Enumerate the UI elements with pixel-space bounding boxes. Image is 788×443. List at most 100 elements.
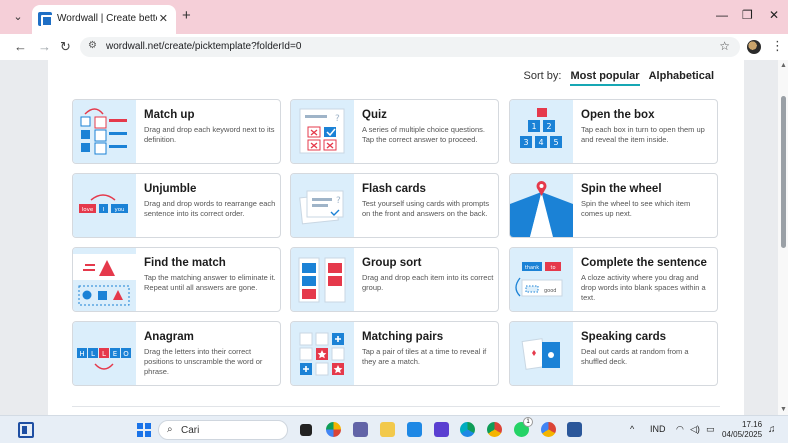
template-picker: Sort by: Most popular Alphabetical Match… bbox=[48, 60, 744, 415]
taskbar: ⌕ Cari 1 ^ IND ◠ ◁) ▭ 17.16 04/05/2025 ♫ bbox=[0, 415, 788, 443]
template-description: Drag and drop each keyword next to its d… bbox=[144, 125, 275, 144]
template-description: Drag and drop words to rearrange each se… bbox=[144, 199, 276, 218]
template-name: Flash cards bbox=[362, 183, 426, 195]
battery-icon[interactable]: ▭ bbox=[706, 424, 715, 435]
minimize-icon[interactable]: — bbox=[716, 8, 728, 22]
template-name: Anagram bbox=[144, 331, 194, 343]
sort-most-popular[interactable]: Most popular bbox=[570, 70, 640, 86]
letter-tile: L bbox=[91, 350, 95, 358]
template-name: Complete the sentence bbox=[581, 257, 707, 269]
tray-overflow-icon[interactable]: ^ bbox=[630, 424, 634, 434]
template-description: Tap a pair of tiles at a time to reveal … bbox=[362, 347, 487, 366]
letter-tile: H bbox=[79, 350, 84, 358]
word-icon[interactable] bbox=[567, 422, 582, 437]
widgets-icon[interactable] bbox=[18, 422, 34, 438]
search-icon: ⌕ bbox=[167, 424, 173, 435]
language-indicator[interactable]: IND bbox=[650, 424, 666, 434]
letter-tile: E bbox=[113, 350, 117, 358]
spin-the-wheel-thumbnail bbox=[510, 174, 573, 237]
whatsapp-badge: 1 bbox=[523, 417, 533, 427]
template-card-group-sort[interactable]: Group sort Drag and drop each item into … bbox=[290, 247, 499, 312]
template-card-quiz[interactable]: ? Quiz A series of multiple choice quest… bbox=[290, 99, 499, 164]
template-name: Speaking cards bbox=[581, 331, 667, 343]
edge-icon[interactable] bbox=[460, 422, 475, 437]
box-number: 5 bbox=[553, 138, 558, 147]
back-arrow-icon[interactable]: ← bbox=[14, 38, 27, 56]
scrollbar-thumb[interactable] bbox=[781, 96, 786, 248]
scroll-up-arrow-icon[interactable]: ▲ bbox=[780, 62, 787, 69]
volume-icon[interactable]: ◁) bbox=[690, 424, 700, 435]
template-card-spin-the-wheel[interactable]: Spin the wheel Spin the wheel to see whi… bbox=[509, 173, 718, 238]
template-description: Test yourself using cards with prompts o… bbox=[362, 199, 490, 218]
tab-title: Wordwall | Create better lesson bbox=[57, 13, 157, 24]
match-up-thumbnail bbox=[73, 100, 136, 163]
tab-close-icon[interactable]: ✕ bbox=[159, 12, 168, 25]
template-card-complete-the-sentence[interactable]: thank to good Complete the sentence A cl… bbox=[509, 247, 718, 312]
forward-arrow-icon[interactable]: → bbox=[38, 38, 51, 56]
unjumble-thumbnail: love I you bbox=[73, 174, 136, 237]
task-view-icon[interactable] bbox=[300, 424, 312, 436]
box-number: 1 bbox=[531, 122, 536, 131]
browser-tab[interactable]: Wordwall | Create better lesson ✕ bbox=[32, 5, 176, 34]
restore-icon[interactable]: ❐ bbox=[742, 8, 753, 22]
template-name: Open the box bbox=[581, 109, 655, 121]
mail-icon[interactable] bbox=[407, 422, 422, 437]
svg-text:?: ? bbox=[336, 196, 341, 206]
template-card-match-up[interactable]: Match up Drag and drop each keyword next… bbox=[72, 99, 281, 164]
teams-icon[interactable] bbox=[353, 422, 368, 437]
box-number: 2 bbox=[546, 122, 551, 131]
svg-text:?: ? bbox=[335, 114, 340, 124]
store-icon[interactable] bbox=[434, 422, 449, 437]
template-name: Match up bbox=[144, 109, 195, 121]
file-explorer-icon[interactable] bbox=[380, 422, 395, 437]
taskbar-search[interactable]: ⌕ Cari bbox=[158, 420, 288, 440]
complete-the-sentence-thumbnail: thank to good bbox=[510, 248, 573, 311]
browser-toolbar: ← → ↻ ⚙ wordwall.net/create/picktemplate… bbox=[0, 34, 788, 60]
chrome-profile-icon[interactable] bbox=[541, 422, 556, 437]
window-close-icon[interactable]: ✕ bbox=[769, 8, 779, 22]
box-number: 4 bbox=[538, 138, 543, 147]
bookmark-star-icon[interactable]: ☆ bbox=[719, 39, 730, 53]
notification-bell-icon[interactable]: ♫ bbox=[768, 424, 776, 435]
system-clock[interactable]: 17.16 04/05/2025 bbox=[722, 420, 762, 440]
speaking-cards-thumbnail bbox=[510, 322, 573, 385]
word-tile: to bbox=[550, 265, 555, 271]
open-the-box-thumbnail: 1 2 3 4 5 bbox=[510, 100, 573, 163]
template-name: Spin the wheel bbox=[581, 183, 662, 195]
whatsapp-icon[interactable]: 1 bbox=[514, 417, 533, 437]
sort-alphabetical[interactable]: Alphabetical bbox=[649, 70, 714, 82]
anagram-thumbnail: H L L E O bbox=[73, 322, 136, 385]
template-card-open-the-box[interactable]: 1 2 3 4 5 Open the box Tap each box in t… bbox=[509, 99, 718, 164]
site-info-icon[interactable]: ⚙ bbox=[88, 40, 97, 51]
windows-start-icon[interactable] bbox=[137, 423, 151, 437]
template-card-speaking-cards[interactable]: Speaking cards Deal out cards at random … bbox=[509, 321, 718, 386]
letter-tile: O bbox=[123, 350, 129, 358]
reload-icon[interactable]: ↻ bbox=[60, 38, 71, 56]
template-card-anagram[interactable]: H L L E O Anagram Drag the letters into … bbox=[72, 321, 281, 386]
template-name: Quiz bbox=[362, 109, 387, 121]
template-card-unjumble[interactable]: love I you Unjumble Drag and drop words … bbox=[72, 173, 281, 238]
copilot-icon[interactable] bbox=[326, 422, 341, 437]
template-card-flash-cards[interactable]: ? Flash cards Test yourself using cards … bbox=[290, 173, 499, 238]
page-scrollbar[interactable]: ▲ ▼ bbox=[778, 60, 788, 415]
new-tab-icon[interactable]: + bbox=[182, 8, 191, 24]
profile-avatar[interactable] bbox=[747, 40, 761, 54]
template-name: Unjumble bbox=[144, 183, 197, 195]
address-url[interactable]: wordwall.net/create/picktemplate?folderI… bbox=[106, 41, 301, 52]
wifi-icon[interactable]: ◠ bbox=[676, 424, 684, 435]
word-tile: thank bbox=[525, 265, 539, 271]
template-card-matching-pairs[interactable]: Matching pairs Tap a pair of tiles at a … bbox=[290, 321, 499, 386]
browser-menu-icon[interactable]: ⋮ bbox=[771, 38, 784, 54]
sort-label: Sort by: bbox=[523, 70, 562, 82]
word-tile: you bbox=[114, 207, 124, 213]
word-tile: love bbox=[82, 207, 94, 213]
template-description: Spin the wheel to see which item comes u… bbox=[581, 199, 691, 218]
scroll-down-arrow-icon[interactable]: ▼ bbox=[780, 406, 787, 413]
template-description: Drag the letters into their correct posi… bbox=[144, 347, 263, 376]
clock-time: 17.16 bbox=[742, 420, 763, 429]
sort-bar: Sort by: Most popular Alphabetical bbox=[518, 70, 714, 86]
address-bar[interactable]: ⚙ wordwall.net/create/picktemplate?folde… bbox=[80, 37, 740, 57]
template-card-find-the-match[interactable]: Find the match Tap the matching answer t… bbox=[72, 247, 281, 312]
chrome-icon[interactable] bbox=[487, 422, 502, 437]
tab-search-chevron-icon[interactable]: ⌄ bbox=[9, 8, 27, 26]
